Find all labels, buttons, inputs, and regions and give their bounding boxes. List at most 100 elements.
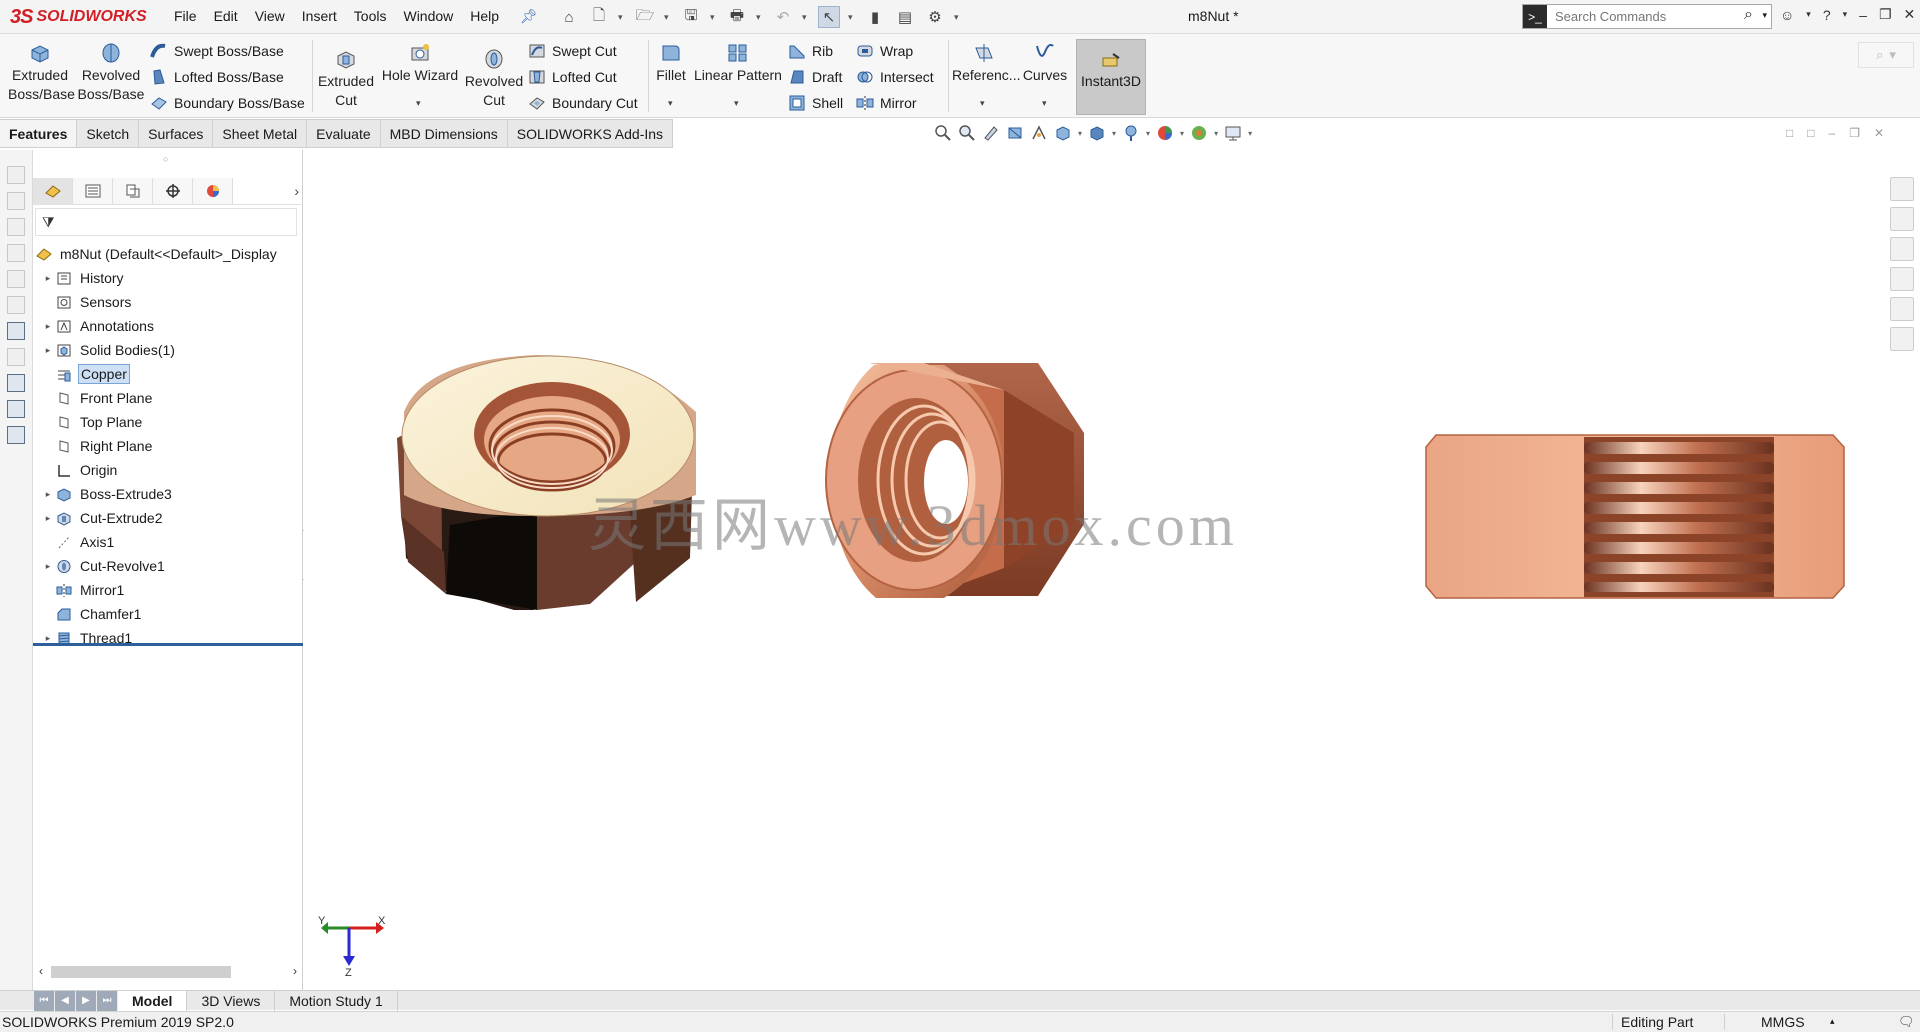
dynamic-annotation-icon[interactable] bbox=[1030, 124, 1048, 142]
new-document-icon[interactable]: 🗋 bbox=[588, 6, 610, 28]
revolved-cut-button[interactable]: Revolved Cut bbox=[464, 48, 524, 110]
tab-solidworks-add-ins[interactable]: SOLIDWORKS Add-Ins bbox=[507, 119, 674, 148]
tab-3d-views[interactable]: 3D Views bbox=[187, 991, 276, 1011]
tree-item-top-plane[interactable]: Top Plane bbox=[33, 410, 303, 434]
tab-motion-study[interactable]: Motion Study 1 bbox=[275, 991, 398, 1011]
linear-pattern-button[interactable]: Linear Pattern bbox=[694, 42, 782, 85]
rollback-bar[interactable] bbox=[33, 643, 303, 646]
chevron-right-icon[interactable]: › bbox=[294, 183, 299, 199]
edit-appearance-dropdown-icon[interactable]: ▾ bbox=[1180, 129, 1184, 138]
zoom-to-fit-icon[interactable] bbox=[934, 124, 952, 142]
display-manager-tab[interactable] bbox=[193, 177, 233, 204]
scroll-right-icon[interactable]: › bbox=[287, 964, 303, 978]
tree-item-front-plane[interactable]: Front Plane bbox=[33, 386, 303, 410]
configuration-manager-tab[interactable] bbox=[113, 177, 153, 204]
options-dropdown-icon[interactable]: ▾ bbox=[954, 12, 962, 23]
feature-manager-tab[interactable] bbox=[33, 177, 73, 204]
tree-item-boss-extrude3[interactable]: ▸ Boss-Extrude3 bbox=[33, 482, 303, 506]
unit-system[interactable]: MMGS bbox=[1724, 1014, 1844, 1030]
intersect-button[interactable]: Intersect bbox=[856, 68, 934, 86]
tree-item-sensors[interactable]: Sensors bbox=[33, 290, 303, 314]
view-orientation-icon[interactable] bbox=[1054, 124, 1072, 142]
tab-surfaces[interactable]: Surfaces bbox=[139, 119, 214, 148]
smart-dimension-icon[interactable] bbox=[7, 192, 25, 210]
search-icon[interactable]: ⌕ bbox=[1744, 6, 1753, 24]
menu-view[interactable]: View bbox=[255, 8, 285, 24]
linear-pattern-dropdown-icon[interactable]: ▾ bbox=[734, 98, 739, 109]
scroll-track[interactable] bbox=[49, 964, 287, 978]
menu-file[interactable]: File bbox=[174, 8, 197, 24]
display-pane-icon[interactable] bbox=[7, 374, 25, 392]
viewport-close-icon[interactable]: ✕ bbox=[1874, 126, 1884, 140]
extruded-boss-button[interactable]: Extruded Boss/Base bbox=[8, 42, 75, 104]
shell-button[interactable]: Shell bbox=[788, 94, 843, 112]
feature-tree-scrollbar[interactable]: ‹ › bbox=[33, 962, 303, 980]
rib-button[interactable]: Rib bbox=[788, 42, 833, 60]
custom-properties-icon[interactable] bbox=[1890, 327, 1914, 351]
menu-window[interactable]: Window bbox=[403, 8, 453, 24]
save-icon[interactable]: 🖫 bbox=[680, 6, 702, 28]
viewport-left-pane-icon[interactable]: □ bbox=[1786, 126, 1793, 140]
section-view-icon[interactable] bbox=[1006, 124, 1024, 142]
print-icon[interactable]: 🖶 bbox=[726, 6, 748, 28]
command-prompt-icon[interactable]: >_ bbox=[1523, 5, 1547, 28]
next-tab-icon[interactable]: ▶ bbox=[76, 990, 96, 1011]
apply-scene-dropdown-icon[interactable]: ▾ bbox=[1214, 129, 1218, 138]
select-arrow-icon[interactable]: ↖ bbox=[818, 6, 840, 28]
hole-wizard-button[interactable]: Hole Wizard bbox=[380, 42, 460, 85]
close-icon[interactable]: ✕ bbox=[1904, 6, 1916, 23]
view-palette-icon[interactable] bbox=[1890, 267, 1914, 291]
pin-menu-icon[interactable]: 📌︎ bbox=[520, 8, 538, 25]
tree-item-axis1[interactable]: Axis1 bbox=[33, 530, 303, 554]
nut-section-view[interactable] bbox=[1425, 434, 1845, 599]
restore-icon[interactable]: ❐ bbox=[1879, 6, 1892, 23]
open-dropdown-icon[interactable]: ▾ bbox=[664, 12, 672, 23]
new-dropdown-icon[interactable]: ▾ bbox=[618, 12, 626, 23]
wrap-button[interactable]: Wrap bbox=[856, 42, 913, 60]
last-tab-icon[interactable]: ⏭ bbox=[97, 990, 117, 1011]
fillet-button[interactable]: Fillet bbox=[652, 42, 690, 85]
tree-item-cut-extrude2[interactable]: ▸ Cut-Extrude2 bbox=[33, 506, 303, 530]
fillet-dropdown-icon[interactable]: ▾ bbox=[668, 98, 673, 109]
tree-item-chamfer1[interactable]: Chamfer1 bbox=[33, 602, 303, 626]
undo-dropdown-icon[interactable]: ▾ bbox=[802, 12, 810, 23]
user-icon[interactable]: ☺ bbox=[1780, 7, 1794, 23]
view-orientation-dropdown-icon[interactable]: ▾ bbox=[1078, 129, 1082, 138]
rectangle-tool-icon[interactable] bbox=[7, 244, 25, 262]
property-manager-tab[interactable] bbox=[73, 177, 113, 204]
help-dropdown-icon[interactable]: ▾ bbox=[1843, 9, 1848, 20]
previous-tab-icon[interactable]: ◀ bbox=[55, 990, 75, 1011]
tree-item-annotations[interactable]: ▸ Annotations bbox=[33, 314, 303, 338]
boundary-cut-button[interactable]: Boundary Cut bbox=[528, 94, 638, 112]
panel-grip-icon[interactable]: ○ bbox=[163, 154, 168, 164]
expand-arrow-icon[interactable]: ▸ bbox=[41, 513, 55, 524]
line-tool-icon[interactable] bbox=[7, 218, 25, 236]
quick-tips-icon[interactable]: 🗨︎ bbox=[1898, 1014, 1915, 1030]
menu-tools[interactable]: Tools bbox=[354, 8, 387, 24]
first-tab-icon[interactable]: ⏮ bbox=[34, 990, 54, 1011]
reference-triad[interactable]: Y X Z bbox=[318, 906, 388, 976]
expand-arrow-icon[interactable]: ▸ bbox=[41, 633, 55, 644]
previous-view-icon[interactable] bbox=[982, 124, 1000, 142]
search-dropdown-icon[interactable]: ▾ bbox=[1762, 10, 1767, 21]
menu-insert[interactable]: Insert bbox=[302, 8, 337, 24]
graphics-area[interactable]: 灵西网www.3dmox.com Y X Z bbox=[304, 150, 1884, 990]
tab-mbd-dimensions[interactable]: MBD Dimensions bbox=[380, 119, 508, 148]
tree-item-origin[interactable]: Origin bbox=[33, 458, 303, 482]
mirror-button[interactable]: Mirror bbox=[856, 94, 917, 112]
viewport-right-pane-icon[interactable]: □ bbox=[1807, 126, 1814, 140]
arc-tool-icon[interactable] bbox=[7, 296, 25, 314]
viewport-restore-icon[interactable]: ❐ bbox=[1849, 126, 1860, 140]
tab-sheet-metal[interactable]: Sheet Metal bbox=[213, 119, 308, 148]
file-explorer-icon[interactable] bbox=[1890, 237, 1914, 261]
view-settings-dropdown-icon[interactable]: ▾ bbox=[1248, 129, 1252, 138]
search-input[interactable] bbox=[1547, 9, 1727, 24]
boundary-boss-button[interactable]: Boundary Boss/Base bbox=[150, 94, 305, 112]
copy-icon[interactable] bbox=[7, 400, 25, 418]
instant3d-button[interactable]: Instant3D bbox=[1076, 39, 1146, 115]
file-properties-icon[interactable]: ▤ bbox=[894, 6, 916, 28]
expand-arrow-icon[interactable]: ▸ bbox=[41, 561, 55, 572]
swept-cut-button[interactable]: Swept Cut bbox=[528, 42, 617, 60]
viewport-minimize-icon[interactable]: ‒ bbox=[1829, 126, 1836, 140]
minimize-icon[interactable]: ‒ bbox=[1859, 7, 1867, 23]
